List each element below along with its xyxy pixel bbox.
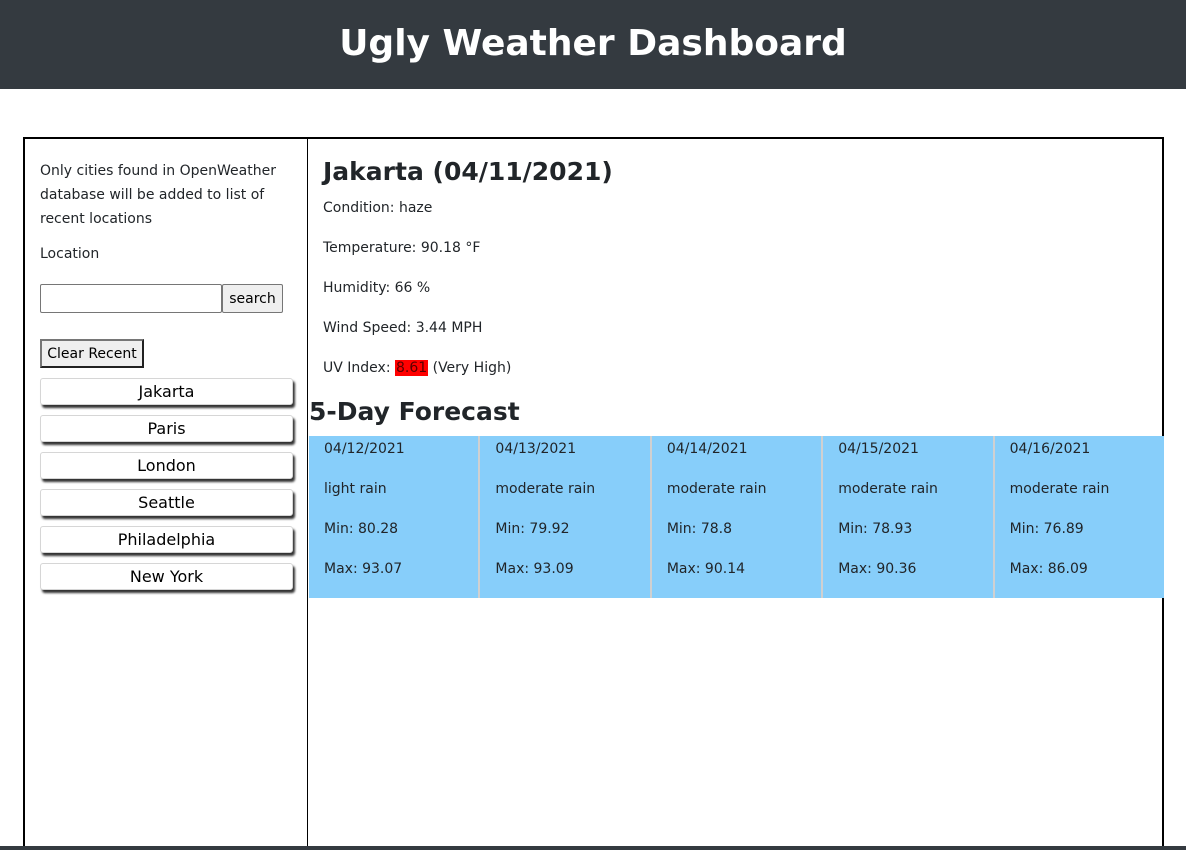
forecast-card: 04/15/2021 moderate rain Min: 78.93 Max:… (823, 436, 995, 598)
forecast-card: 04/16/2021 moderate rain Min: 76.89 Max:… (994, 436, 1165, 598)
location-search-input[interactable] (40, 284, 222, 313)
recent-location-button[interactable]: Philadelphia (40, 526, 293, 553)
forecast-min: Min: 76.89 (1009, 521, 1084, 537)
footer-bar (0, 846, 1186, 850)
forecast-max: Max: 90.36 (838, 561, 917, 577)
recent-location-button[interactable]: Seattle (40, 489, 293, 516)
forecast-max: Max: 90.14 (666, 561, 746, 577)
forecast-card: 04/13/2021 moderate rain Min: 79.92 Max:… (480, 436, 652, 598)
forecast-min: Min: 79.92 (495, 521, 570, 537)
forecast-max: Max: 93.07 (324, 561, 403, 577)
forecast-title: 5-Day Forecast (309, 397, 520, 426)
forecast-min: Min: 78.8 (666, 521, 732, 537)
forecast-date: 04/14/2021 (666, 441, 748, 457)
wind-label: Wind Speed: (323, 320, 416, 336)
search-button[interactable]: search (222, 284, 283, 313)
wind-value: 3.44 MPH (415, 320, 483, 336)
current-city-title: Jakarta (04/11/2021) (323, 157, 613, 186)
forecast-date: 04/15/2021 (838, 441, 919, 457)
forecast-min: Min: 78.93 (838, 521, 913, 537)
condition-label: Condition: (323, 200, 399, 216)
forecast-cards: 04/12/2021 light rain Min: 80.28 Max: 93… (309, 436, 1165, 598)
forecast-max: Max: 93.09 (495, 561, 574, 577)
app-header: Ugly Weather Dashboard (0, 0, 1186, 89)
forecast-date: 04/16/2021 (1009, 441, 1091, 457)
forecast-max: Max: 86.09 (1009, 561, 1088, 577)
condition-row: Condition: haze (323, 200, 432, 216)
sidebar: Only cities found in OpenWeather databas… (25, 139, 308, 850)
uv-index-badge: 8.61 (394, 360, 429, 376)
location-label: Location (40, 246, 100, 262)
humidity-row: Humidity: 66 % (323, 280, 430, 296)
forecast-condition: moderate rain (1009, 481, 1110, 497)
forecast-condition: light rain (324, 481, 387, 497)
dashboard-frame: Only cities found in OpenWeather databas… (23, 137, 1165, 850)
recent-location-button[interactable]: Paris (40, 415, 293, 442)
clear-recent-button[interactable]: Clear Recent (40, 339, 144, 368)
weather-main: Jakarta (04/11/2021) Condition: haze Tem… (309, 139, 1165, 850)
forecast-date: 04/13/2021 (495, 441, 577, 457)
search-note: Only cities found in OpenWeather databas… (40, 163, 276, 227)
recent-locations-list: Jakarta Paris London Seattle Philadelphi… (40, 378, 293, 600)
forecast-card: 04/14/2021 moderate rain Min: 78.8 Max: … (651, 436, 824, 598)
wind-row: Wind Speed: 3.44 MPH (323, 320, 482, 336)
forecast-condition: moderate rain (495, 481, 596, 497)
humidity-label: Humidity: (323, 280, 395, 296)
forecast-condition: moderate rain (838, 481, 938, 497)
recent-location-button[interactable]: Jakarta (40, 378, 293, 405)
condition-value: haze (398, 200, 433, 216)
forecast-date: 04/12/2021 (324, 441, 405, 457)
uv-description: (Very High) (428, 360, 512, 376)
recent-location-button[interactable]: New York (40, 563, 293, 590)
temperature-value: 90.18 °F (420, 240, 481, 256)
recent-location-button[interactable]: London (40, 452, 293, 479)
temperature-label: Temperature: (323, 240, 421, 256)
forecast-condition: moderate rain (666, 481, 767, 497)
forecast-card: 04/12/2021 light rain Min: 80.28 Max: 93… (309, 436, 481, 598)
temperature-row: Temperature: 90.18 °F (323, 240, 480, 256)
page-title: Ugly Weather Dashboard (339, 23, 847, 64)
uv-row: UV Index: 8.61 (Very High) (323, 360, 511, 376)
humidity-value: 66 % (394, 280, 431, 296)
uv-label: UV Index: (323, 360, 395, 376)
forecast-min: Min: 80.28 (324, 521, 399, 537)
